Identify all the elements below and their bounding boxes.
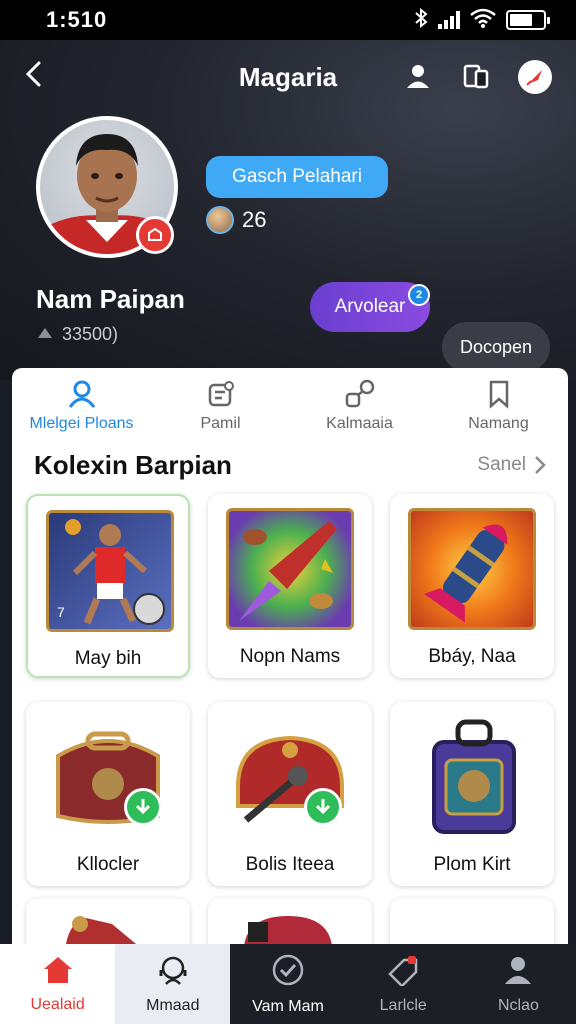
bluetooth-icon [414, 7, 428, 33]
signal-icon [438, 11, 460, 29]
tab-label: Namang [468, 415, 529, 432]
card-label: Bolis Iteea [245, 854, 335, 875]
status-time: 1:510 [46, 7, 108, 32]
home-icon [41, 955, 75, 990]
nav-support[interactable]: Mmaad [115, 944, 231, 1024]
download-icon[interactable] [124, 788, 162, 826]
check-icon [271, 953, 305, 992]
nav-home[interactable]: Uealaid [0, 944, 116, 1024]
profile-hero: Magaria Gasch Pelahari 26 Nam Paipan 335… [0, 40, 576, 380]
user-icon [65, 377, 99, 411]
nav-check[interactable]: Vam Mam [230, 944, 345, 1024]
rocket-icon[interactable] [518, 60, 552, 94]
collection-card[interactable]: Nopn Nams [208, 494, 372, 678]
card-label: May bih [74, 648, 142, 669]
user-sub-text: 33500) [62, 324, 119, 344]
collection-card[interactable]: Bbáy, Naa [390, 494, 554, 678]
search-button[interactable]: Gasch Pelahari [206, 156, 388, 198]
tag-icon [386, 954, 420, 991]
rank-value: 26 [242, 207, 267, 232]
wifi-icon [470, 8, 496, 33]
nav-label: Nclao [497, 996, 539, 1014]
collection-card-partial[interactable] [26, 898, 190, 944]
status-bar: 1:510 [0, 0, 576, 40]
collection-card[interactable]: Plom Kirt [390, 702, 554, 886]
chevron-right-icon [535, 456, 546, 474]
battery-icon [506, 10, 550, 30]
nav-label: Larlcle [379, 996, 427, 1014]
secondary-action-button[interactable]: Docopen [442, 322, 550, 372]
nav-profile[interactable]: Nclao [461, 944, 576, 1024]
card-label: Bbáy, Naa [428, 646, 516, 667]
coin-icon [36, 324, 54, 345]
bag-card-image [408, 716, 536, 838]
bag-item-image [244, 916, 332, 944]
collection-card-partial[interactable] [208, 898, 372, 944]
nav-label: Mmaad [146, 996, 200, 1014]
bottom-nav: Uealaid Mmaad Vam Mam Larlcle Nclao [0, 944, 576, 1024]
devices-icon[interactable] [458, 58, 494, 94]
user-icon[interactable] [400, 58, 436, 94]
tab-1[interactable]: Pamil [151, 368, 290, 442]
collection-panel: Mlelgei Ploans Pamil Kalmaaia Namang Kol… [12, 368, 568, 944]
weapon-card-image [226, 508, 354, 630]
see-all-label: Sanel [477, 454, 526, 475]
tab-label: Mlelgei Ploans [29, 415, 134, 432]
profile-icon [502, 954, 534, 991]
download-icon[interactable] [304, 788, 342, 826]
card-label: Nopn Nams [239, 646, 341, 667]
notification-badge: 2 [408, 284, 430, 306]
tab-0[interactable]: Mlelgei Ploans [12, 368, 151, 442]
collection-card[interactable]: Kllocler [26, 702, 190, 886]
section-title: Kolexin Barpian [34, 450, 232, 480]
tab-label: Kalmaaia [326, 415, 393, 432]
collection-card[interactable]: Bolis Iteea [208, 702, 372, 886]
user-subtitle: 33500) [36, 324, 118, 345]
status-icons [414, 7, 550, 33]
badge-icon [204, 377, 238, 411]
nav-label: Vam Mam [252, 997, 324, 1015]
card-label: Kllocler [76, 854, 140, 875]
svg-text:7: 7 [57, 604, 65, 620]
tab-bar: Mlelgei Ploans Pamil Kalmaaia Namang [12, 368, 568, 442]
top-nav: Magaria [0, 52, 576, 100]
collection-card[interactable]: 7 May bih [26, 494, 190, 678]
rank-row: 26 [206, 206, 266, 234]
gear-item-image [66, 916, 136, 944]
card-label: Plom Kirt [433, 854, 511, 875]
rocket-card-image [408, 508, 536, 630]
see-all-link[interactable]: Sanel [477, 454, 546, 476]
nav-label: Uealaid [30, 995, 85, 1013]
support-icon [156, 954, 190, 991]
avatar-badge-icon [136, 216, 174, 254]
player-card-image: 7 [46, 510, 174, 632]
tab-2[interactable]: Kalmaaia [290, 368, 429, 442]
rank-icon [206, 206, 234, 234]
share-icon [343, 377, 377, 411]
user-name: Nam Paipan [36, 284, 185, 314]
bookmark-icon [482, 377, 516, 411]
nav-tag[interactable]: Larlcle [346, 944, 461, 1024]
tab-3[interactable]: Namang [429, 368, 568, 442]
tab-label: Pamil [200, 415, 241, 432]
collection-card-partial[interactable] [390, 898, 554, 944]
